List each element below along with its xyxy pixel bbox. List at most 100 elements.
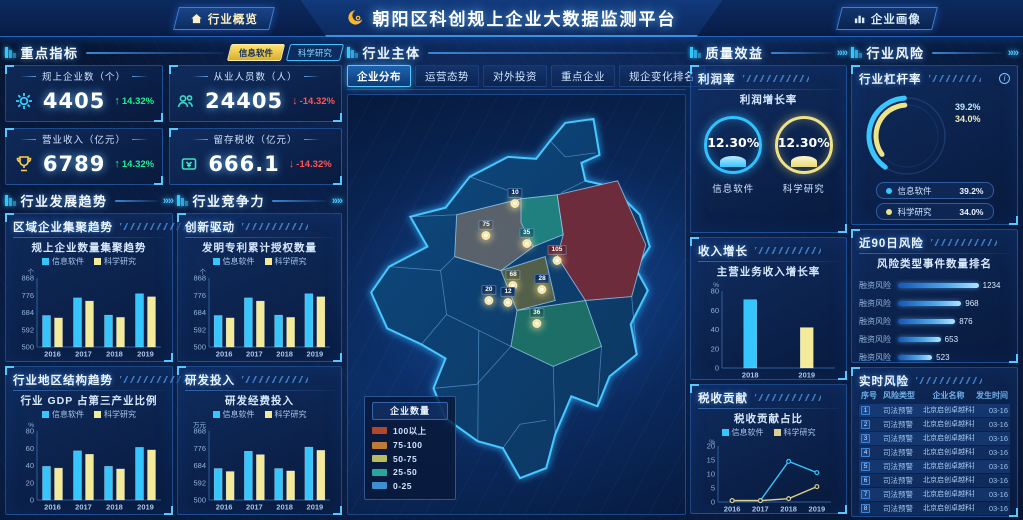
map-marker[interactable]: 35 (519, 228, 534, 248)
map-legend-item: 100以上 (372, 425, 448, 437)
income-growth-box: 收入增长 主营业务收入增长率 020406080%20182019 (690, 237, 847, 380)
kpi-delta: ↓-14.32% (292, 95, 335, 107)
marker-count-tag: 68 (506, 270, 521, 280)
realtime-risk-row[interactable]: 3司法预警北京启创卓越科技有限公司03-16 (859, 432, 1010, 445)
more-arrows-icon[interactable] (837, 47, 847, 59)
map-legend: 企业数量 100以上75-10050-7525-500-25 (364, 396, 456, 501)
district-map[interactable]: 1075351056828201236 企业数量 100以上75-10050-7… (347, 94, 686, 515)
top-header: 行业概览 朝阳区科创规上企业大数据监测平台 企业画像 (0, 0, 1023, 37)
industry-trend-panel: 行业发展趋势 区域企业集聚趋势 规上企业数量集聚趋势 信息软件科学研究 5005… (5, 191, 173, 516)
kpi-delta: ↑14.32% (114, 158, 154, 170)
wave-decoration (791, 156, 817, 167)
svg-text:776: 776 (21, 291, 34, 300)
risk-bar (898, 319, 955, 324)
filter-pill-active[interactable]: 信息软件 (227, 44, 285, 61)
section-line (115, 200, 158, 202)
map-legend-item: 25-50 (372, 467, 448, 477)
realtime-risk-row[interactable]: 1司法预警北京启创卓越科技有限公司03-16 (859, 404, 1010, 417)
map-marker[interactable]: 75 (479, 220, 494, 240)
info-icon[interactable] (999, 73, 1010, 84)
row-index-badge: 8 (861, 504, 870, 513)
tab-重点企业[interactable]: 重点企业 (551, 65, 615, 87)
kpi-delta-value: 14.32% (122, 159, 154, 170)
legend-swatch (94, 258, 101, 265)
chart-legend: 信息软件科学研究 (13, 409, 165, 420)
kpi-delta-value: -14.32% (296, 159, 331, 170)
realtime-risk-row[interactable]: 4司法预警北京启创卓越科技有限公司03-16 (859, 446, 1010, 459)
leverage-legend: 信息软件39.2%科学研究34.0% (859, 182, 1010, 220)
risk-bar (898, 337, 941, 342)
chart-title: 规上企业数量集聚趋势 (13, 240, 165, 255)
legend-swatch (213, 258, 220, 265)
realtime-risk-row[interactable]: 2司法预警北京启创卓越科技有限公司03-16 (859, 418, 1010, 431)
nav-enterprise-portrait[interactable]: 企业画像 (836, 7, 938, 30)
more-arrows-icon[interactable] (163, 195, 173, 207)
legend-label: 科学研究 (275, 409, 307, 420)
tab-运营态势[interactable]: 运营态势 (415, 65, 479, 87)
table-column-header: 序号 (861, 390, 881, 401)
leverage-box: 行业杠杆率 39.2% 34.0% 信息软件39.2%科学研究34.0% (851, 65, 1018, 225)
svg-text:684: 684 (21, 308, 34, 317)
svg-text:684: 684 (193, 461, 206, 470)
realtime-risk-row[interactable]: 6司法预警北京启创卓越科技有限公司03-16 (859, 474, 1010, 487)
map-marker[interactable]: 28 (534, 274, 549, 294)
table-column-header: 企业名称 (923, 390, 974, 401)
chart-legend: 信息软件科学研究 (185, 256, 334, 267)
row-date: 03-16 (976, 434, 1008, 443)
legend-label: 25-50 (393, 467, 417, 477)
tab-企业分布[interactable]: 企业分布 (347, 65, 411, 87)
legend-item: 科学研究 (774, 427, 816, 438)
location-pin-icon (532, 319, 541, 328)
row-index-badge: 4 (861, 448, 870, 457)
row-company-name: 北京启创卓越科技有限公司 (923, 419, 974, 429)
filter-pill-inactive[interactable]: 科学研究 (286, 44, 344, 61)
map-marker[interactable]: 105 (548, 245, 567, 265)
row-company-name: 北京启创卓越科技有限公司 (923, 475, 974, 485)
risk-type-label: 融资风险 (859, 334, 893, 345)
legend-item: 信息软件 (722, 427, 764, 438)
svg-text:%: % (28, 422, 34, 429)
map-marker[interactable]: 10 (508, 188, 523, 208)
gauge-value: 12.30% (778, 135, 830, 150)
section-line (771, 52, 832, 54)
nav-industry-overview[interactable]: 行业概览 (173, 7, 275, 30)
table-column-header: 发生时间 (976, 390, 1008, 401)
map-marker[interactable]: 20 (481, 285, 496, 305)
risk-ranking-bars: 融资风险1234融资风险968融资风险876融资风险653融资风险523 (859, 276, 1010, 366)
row-index-badge: 6 (861, 476, 870, 485)
map-marker[interactable]: 12 (500, 287, 515, 307)
marker-count-tag: 75 (479, 220, 494, 230)
svg-text:592: 592 (21, 325, 34, 334)
legend-swatch (372, 442, 387, 449)
realtime-risk-row[interactable]: 7司法预警北京启创卓越科技有限公司03-16 (859, 488, 1010, 501)
legend-item: 信息软件 (42, 256, 84, 267)
industry-risk-panel: 行业风险 行业杠杆率 39.2% 34.0% 信息软件39.2%科学研究34.0… (851, 43, 1018, 515)
section-bars-icon (347, 47, 358, 58)
box-title: 近90日风险 (859, 235, 924, 251)
map-marker[interactable]: 36 (529, 308, 544, 328)
map-legend-item: 75-100 (372, 440, 448, 450)
svg-text:20: 20 (711, 344, 719, 353)
section-bars-icon (5, 47, 16, 58)
row-company-name: 北京启创卓越科技有限公司 (923, 433, 974, 443)
realtime-risk-row[interactable]: 5司法预警北京启创卓越科技有限公司03-16 (859, 460, 1010, 473)
donut-value-labels: 39.2% 34.0% (955, 102, 981, 124)
kpi-card-label: 从业人员数（人） (214, 69, 298, 83)
row-index-badge: 7 (861, 490, 870, 499)
kpi-value: 4405 (43, 89, 105, 113)
chart-title: 利润增长率 (698, 92, 839, 107)
nav-right-label: 企业画像 (871, 11, 921, 27)
more-arrows-icon[interactable] (1008, 47, 1018, 59)
risk-type-label: 融资风险 (859, 352, 893, 363)
marker-count-tag: 12 (500, 287, 515, 297)
gauge-label: 科学研究 (783, 181, 825, 195)
patent-bar-chart: 500592684776868个2016201720182019 (185, 267, 334, 359)
risk-rank-row: 融资风险 653 (859, 330, 1010, 348)
row-date: 03-16 (976, 406, 1008, 415)
risk-bar-zone: 653 (898, 335, 1010, 344)
risk-type-label: 融资风险 (859, 316, 893, 327)
realtime-risk-row[interactable]: 8司法预警北京启创卓越科技有限公司03-16 (859, 502, 1010, 515)
hatch-decoration (929, 75, 981, 82)
tab-对外投资[interactable]: 对外投资 (483, 65, 547, 87)
more-arrows-icon[interactable] (332, 195, 342, 207)
